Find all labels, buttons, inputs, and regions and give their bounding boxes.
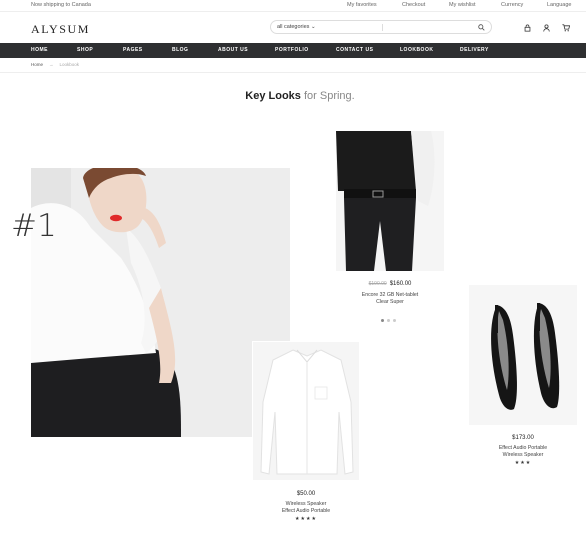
carousel-dot-2[interactable]	[387, 319, 390, 322]
page-title: Key Looks for Spring.	[0, 90, 586, 102]
product-rating-2: ★★★	[514, 460, 532, 466]
product-name-line1: Encore 32 GB Net-tablet	[361, 292, 419, 298]
nav-home[interactable]: HOME	[31, 47, 48, 53]
my-favorites-link[interactable]: My favorites	[347, 2, 377, 8]
nav-contact-us[interactable]: CONTACT US	[336, 47, 373, 53]
carousel-dots	[381, 309, 399, 327]
product-name-line2: Clear Super	[376, 299, 404, 305]
look-number: #1	[11, 208, 57, 244]
product-rating-3: ★★★★	[295, 516, 317, 522]
search-icon[interactable]	[478, 24, 485, 31]
product-name-line2: Effect Audio Portable	[281, 508, 331, 514]
carousel-dot-1[interactable]	[381, 319, 384, 322]
product-name-line2: Wireless Speaker	[502, 452, 544, 458]
product-name-1[interactable]: Encore 32 GB Net-tablet Clear Super	[336, 292, 444, 306]
product-image-shirt[interactable]	[252, 341, 360, 481]
search-input[interactable]	[385, 23, 475, 32]
current-price: $160.00	[389, 281, 412, 287]
breadcrumb-divider	[0, 72, 586, 73]
product-name-line1: Effect Audio Portable	[498, 445, 548, 451]
chevron-down-icon: ⌄	[310, 24, 316, 30]
breadcrumb-home[interactable]: Home	[31, 62, 43, 67]
nav-delivery[interactable]: DELIVERY	[460, 47, 489, 53]
nav-lookbook[interactable]: LOOKBOOK	[400, 47, 433, 53]
nav-about-us[interactable]: ABOUT US	[218, 47, 248, 53]
nav-blog[interactable]: BLOG	[172, 47, 188, 53]
my-wishlist-link[interactable]: My wishlist	[449, 2, 476, 8]
checkout-link[interactable]: Checkout	[402, 2, 425, 8]
nav-portfolio[interactable]: PORTFOLIO	[275, 47, 309, 53]
product-price-1: $190.00 $160.00	[336, 281, 444, 287]
product-name-3[interactable]: Wireless Speaker Effect Audio Portable	[252, 501, 360, 515]
breadcrumb-current: Lookbook	[59, 62, 80, 67]
title-bold: Key Looks	[245, 90, 301, 102]
nav-shop[interactable]: SHOP	[77, 47, 93, 53]
carousel-dot-3[interactable]	[393, 319, 396, 322]
lips-accent	[110, 214, 122, 222]
top-bar: Now shipping to Canada My favorites Chec…	[0, 0, 586, 11]
product-image-heels[interactable]	[469, 285, 577, 425]
lock-icon[interactable]	[524, 24, 531, 32]
search-bar: all categories ⌄	[270, 20, 492, 34]
search-divider	[382, 24, 383, 31]
breadcrumb: Home → Lookbook	[31, 62, 79, 67]
category-label: all categories	[277, 24, 310, 30]
currency-dropdown[interactable]: Currency	[501, 2, 523, 8]
product-name-line1: Wireless Speaker	[285, 501, 327, 507]
site-logo[interactable]: ALYSUM	[31, 22, 90, 37]
site-header: ALYSUM all categories ⌄	[0, 11, 586, 43]
category-select[interactable]: all categories ⌄	[277, 24, 316, 30]
old-price: $190.00	[368, 281, 387, 287]
title-light: for Spring.	[303, 90, 355, 102]
product-name-2[interactable]: Effect Audio Portable Wireless Speaker	[469, 445, 577, 459]
nav-pages[interactable]: PAGES	[123, 47, 143, 53]
breadcrumb-separator: →	[49, 62, 54, 67]
main-nav: HOME SHOP PAGES BLOG ABOUT US PORTFOLIO …	[0, 43, 586, 58]
product-price-2: $173.00	[512, 435, 534, 441]
product-image-pants[interactable]	[336, 131, 444, 271]
product-price-3: $50.00	[296, 491, 316, 497]
user-icon[interactable]	[543, 24, 550, 32]
cart-icon[interactable]	[562, 24, 570, 32]
shipping-notice: Now shipping to Canada	[31, 2, 91, 8]
language-dropdown[interactable]: Language	[547, 2, 571, 8]
